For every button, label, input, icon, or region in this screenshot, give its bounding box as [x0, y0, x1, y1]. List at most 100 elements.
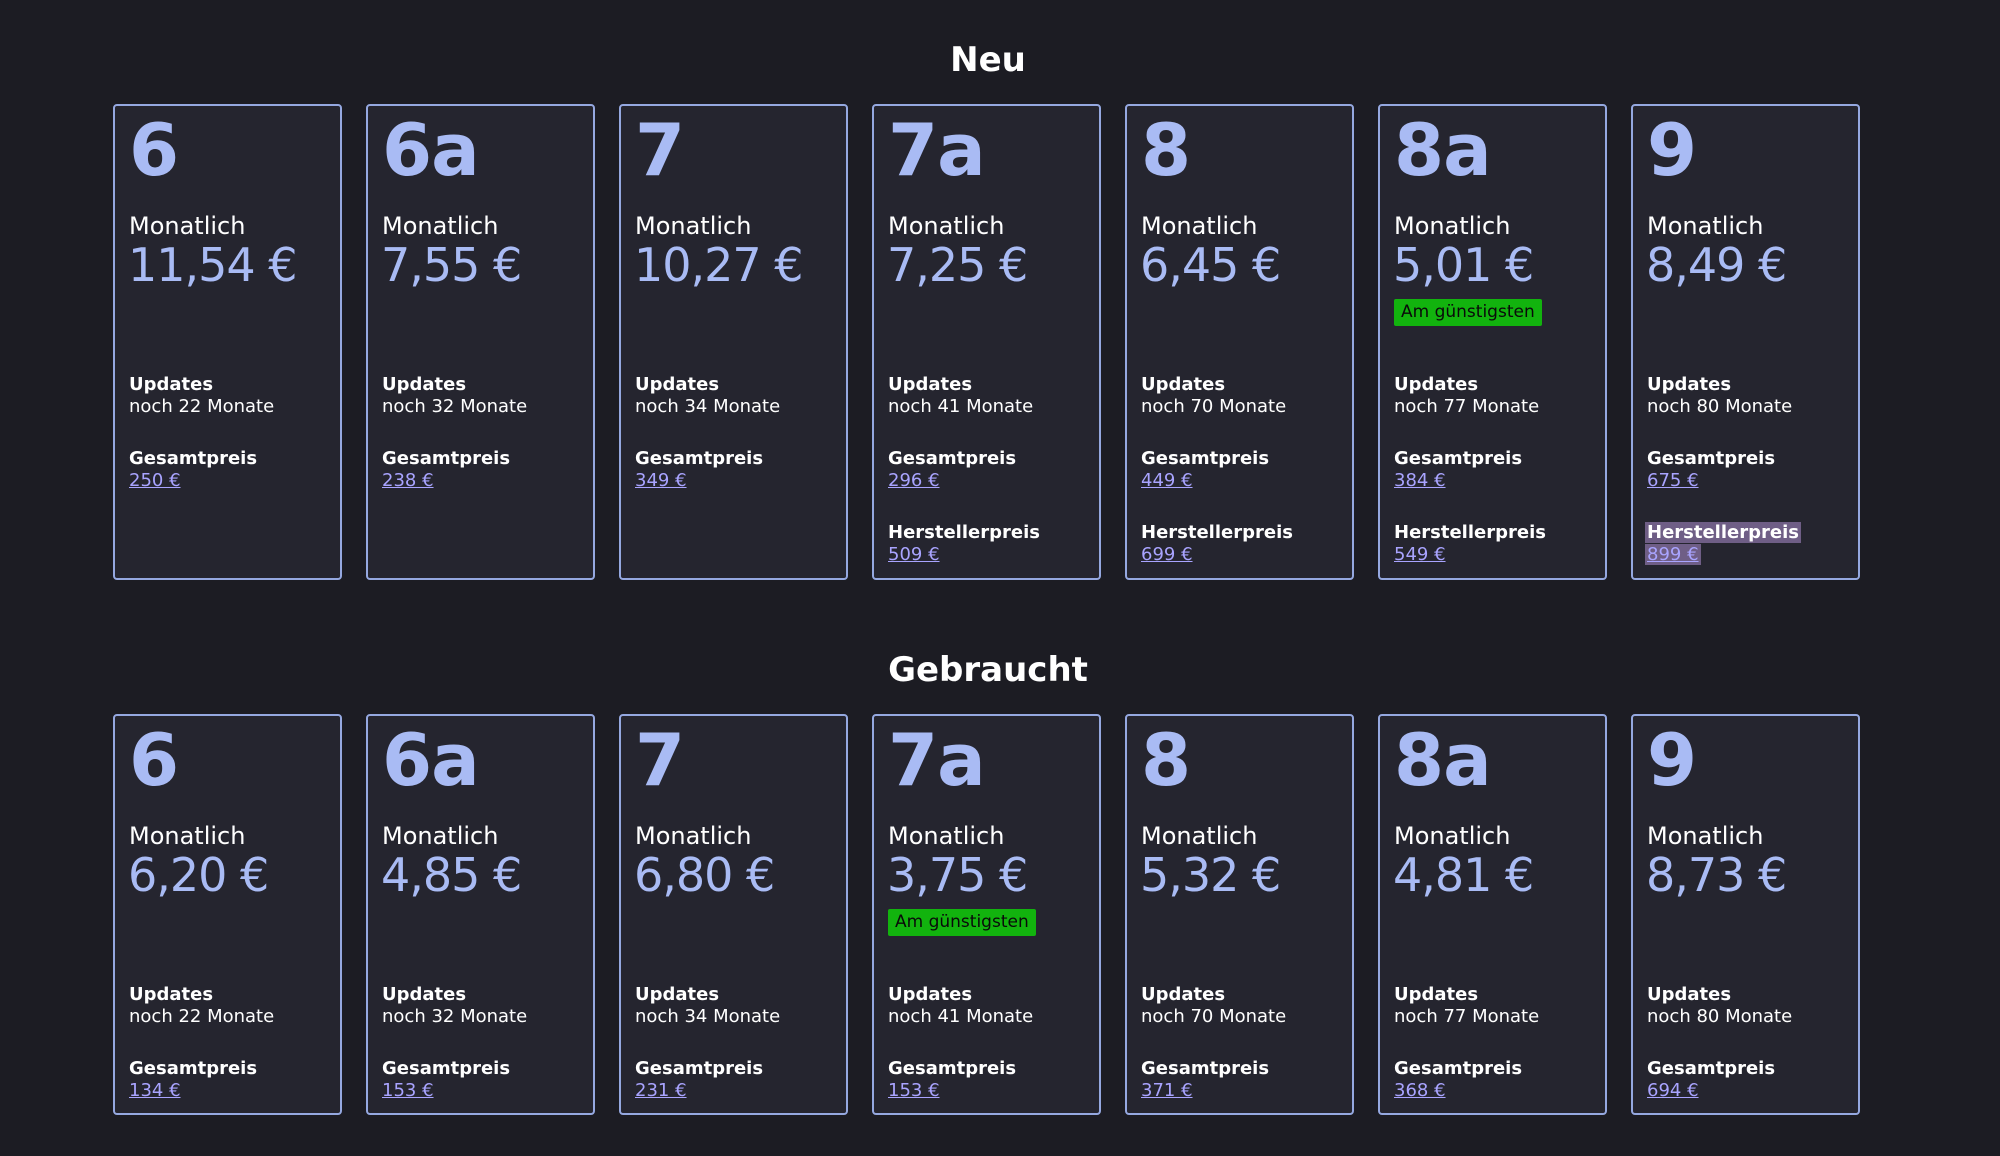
total-price-link[interactable]: 371 € — [1141, 1080, 1193, 1102]
updates-label: Updates — [1141, 374, 1226, 395]
monthly-label: Monatlich — [635, 212, 752, 240]
msrp-price-link[interactable]: 699 € — [1141, 544, 1193, 566]
model-name: 7a — [888, 718, 986, 802]
card-new-8: 8 Monatlich 6,45 € Updates noch 70 Monat… — [1125, 104, 1354, 580]
updates-label: Updates — [888, 984, 973, 1005]
card-used-6a: 6a Monatlich 4,85 € Updates noch 32 Mona… — [366, 714, 595, 1115]
updates-label: Updates — [1647, 984, 1732, 1005]
total-price-link[interactable]: 296 € — [888, 470, 940, 492]
msrp-price-link[interactable]: 549 € — [1394, 544, 1446, 566]
page: Neu 6 Monatlich 11,54 € Updates noch 22 … — [0, 0, 2000, 1156]
updates-value: noch 22 Monate — [129, 1006, 275, 1027]
total-price-link[interactable]: 449 € — [1141, 470, 1193, 492]
updates-label: Updates — [888, 374, 973, 395]
monthly-label: Monatlich — [888, 212, 1005, 240]
model-name: 8a — [1394, 108, 1492, 192]
msrp-label: Herstellerpreis — [1141, 522, 1293, 543]
card-used-7: 7 Monatlich 6,80 € Updates noch 34 Monat… — [619, 714, 848, 1115]
cheapest-badge: Am günstigsten — [1394, 299, 1542, 326]
msrp-label-selected: Herstellerpreis — [1645, 522, 1801, 543]
card-new-8a: 8a Monatlich 5,01 € Am günstigsten Updat… — [1378, 104, 1607, 580]
updates-label: Updates — [382, 374, 467, 395]
updates-label: Updates — [129, 984, 214, 1005]
card-used-6: 6 Monatlich 6,20 € Updates noch 22 Monat… — [113, 714, 342, 1115]
card-new-6a: 6a Monatlich 7,55 € Updates noch 32 Mona… — [366, 104, 595, 580]
monthly-label: Monatlich — [635, 822, 752, 850]
model-name: 7 — [635, 108, 685, 192]
monthly-price: 3,75 € — [887, 848, 1028, 902]
total-label: Gesamtpreis — [1141, 1058, 1270, 1079]
total-price-link[interactable]: 153 € — [888, 1080, 940, 1102]
card-used-9: 9 Monatlich 8,73 € Updates noch 80 Monat… — [1631, 714, 1860, 1115]
total-label: Gesamtpreis — [1647, 1058, 1776, 1079]
total-label: Gesamtpreis — [1647, 448, 1776, 469]
total-label: Gesamtpreis — [1394, 1058, 1523, 1079]
monthly-label: Monatlich — [382, 212, 499, 240]
updates-value: noch 34 Monate — [635, 396, 781, 417]
total-label: Gesamtpreis — [888, 1058, 1017, 1079]
model-name: 6a — [382, 108, 480, 192]
model-name: 9 — [1647, 108, 1697, 192]
monthly-price: 7,25 € — [887, 238, 1028, 292]
msrp-label: Herstellerpreis — [888, 522, 1040, 543]
updates-label: Updates — [1141, 984, 1226, 1005]
card-used-8a: 8a Monatlich 4,81 € Updates noch 77 Mona… — [1378, 714, 1607, 1115]
updates-label: Updates — [1394, 984, 1479, 1005]
monthly-label: Monatlich — [382, 822, 499, 850]
total-price-link[interactable]: 238 € — [382, 470, 434, 492]
msrp-price-link-selected[interactable]: 899 € — [1645, 544, 1701, 565]
monthly-price: 4,85 € — [381, 848, 522, 902]
model-name: 6 — [129, 718, 179, 802]
monthly-price: 6,80 € — [634, 848, 775, 902]
monthly-price: 5,01 € — [1393, 238, 1534, 292]
updates-value: noch 77 Monate — [1394, 1006, 1540, 1027]
total-label: Gesamtpreis — [1141, 448, 1270, 469]
total-price-link[interactable]: 250 € — [129, 470, 181, 492]
model-name: 8a — [1394, 718, 1492, 802]
monthly-label: Monatlich — [888, 822, 1005, 850]
monthly-label: Monatlich — [1394, 822, 1511, 850]
model-name: 7a — [888, 108, 986, 192]
card-new-9: 9 Monatlich 8,49 € Updates noch 80 Monat… — [1631, 104, 1860, 580]
total-price-link[interactable]: 368 € — [1394, 1080, 1446, 1102]
updates-value: noch 70 Monate — [1141, 396, 1287, 417]
monthly-label: Monatlich — [1141, 822, 1258, 850]
updates-value: noch 41 Monate — [888, 1006, 1034, 1027]
total-label: Gesamtpreis — [382, 1058, 511, 1079]
total-label: Gesamtpreis — [129, 448, 258, 469]
total-label: Gesamtpreis — [129, 1058, 258, 1079]
card-new-7: 7 Monatlich 10,27 € Updates noch 34 Mona… — [619, 104, 848, 580]
total-price-link[interactable]: 384 € — [1394, 470, 1446, 492]
total-price-link[interactable]: 134 € — [129, 1080, 181, 1102]
card-used-7a: 7a Monatlich 3,75 € Am günstigsten Updat… — [872, 714, 1101, 1115]
updates-value: noch 22 Monate — [129, 396, 275, 417]
total-price-link[interactable]: 694 € — [1647, 1080, 1699, 1102]
monthly-label: Monatlich — [1647, 822, 1764, 850]
updates-label: Updates — [635, 984, 720, 1005]
updates-value: noch 41 Monate — [888, 396, 1034, 417]
section-title-used: Gebraucht — [888, 650, 1088, 690]
monthly-price: 7,55 € — [381, 238, 522, 292]
total-price-link[interactable]: 231 € — [635, 1080, 687, 1102]
msrp-label: Herstellerpreis — [1394, 522, 1546, 543]
monthly-label: Monatlich — [129, 212, 246, 240]
total-price-link[interactable]: 349 € — [635, 470, 687, 492]
updates-label: Updates — [382, 984, 467, 1005]
cheapest-badge: Am günstigsten — [888, 909, 1036, 936]
monthly-price: 6,20 € — [128, 848, 269, 902]
total-price-link[interactable]: 153 € — [382, 1080, 434, 1102]
monthly-price: 11,54 € — [128, 238, 298, 292]
monthly-price: 4,81 € — [1393, 848, 1534, 902]
updates-value: noch 32 Monate — [382, 396, 528, 417]
total-label: Gesamtpreis — [635, 448, 764, 469]
card-new-6: 6 Monatlich 11,54 € Updates noch 22 Mona… — [113, 104, 342, 580]
monthly-label: Monatlich — [1141, 212, 1258, 240]
total-label: Gesamtpreis — [635, 1058, 764, 1079]
monthly-label: Monatlich — [129, 822, 246, 850]
total-price-link[interactable]: 675 € — [1647, 470, 1699, 492]
msrp-price-link[interactable]: 509 € — [888, 544, 940, 566]
updates-label: Updates — [1394, 374, 1479, 395]
section-title-new: Neu — [950, 40, 1026, 80]
model-name: 9 — [1647, 718, 1697, 802]
updates-label: Updates — [129, 374, 214, 395]
